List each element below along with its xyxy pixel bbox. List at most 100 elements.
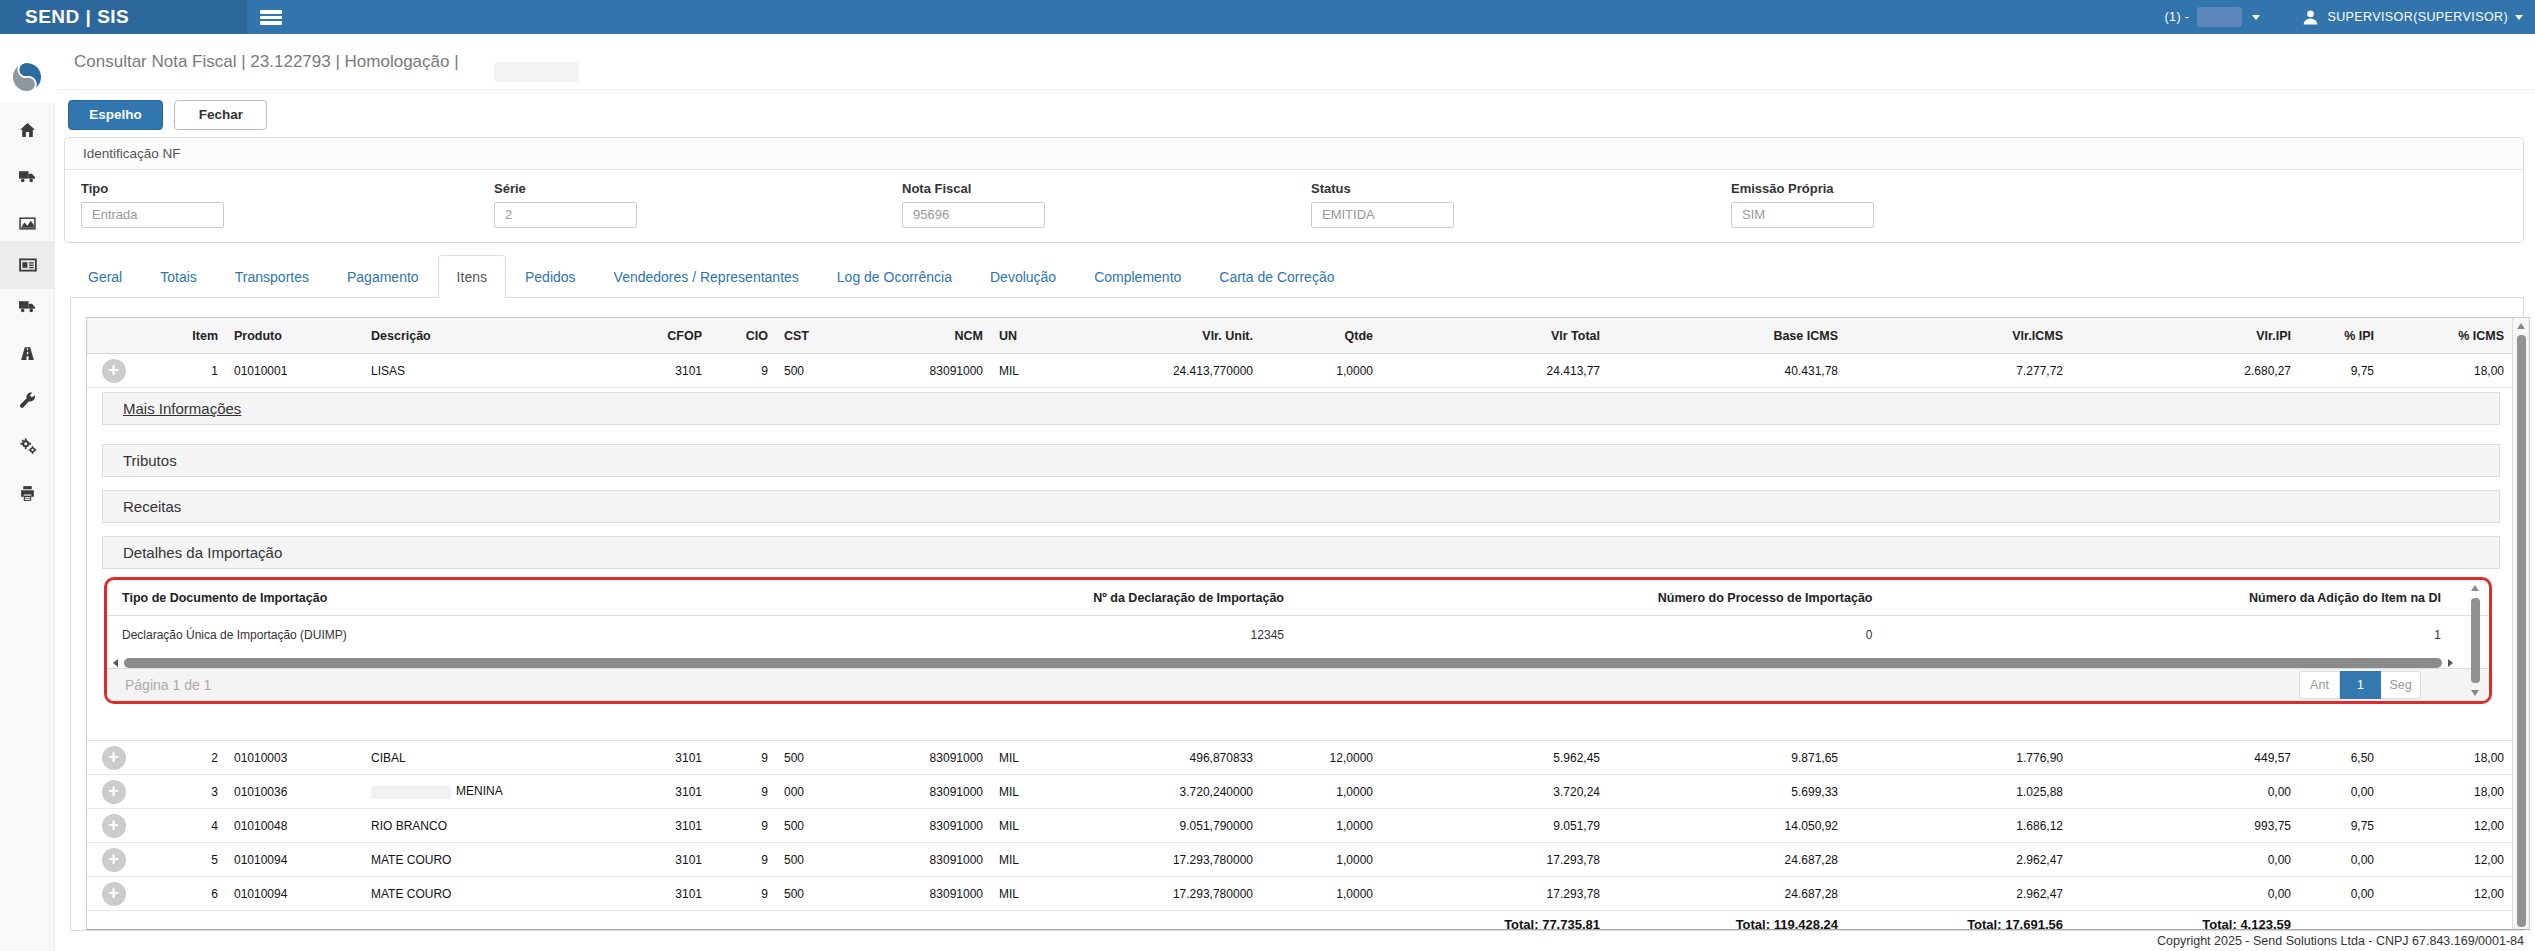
col-header-CFOP[interactable]: CFOP (640, 318, 710, 354)
expand-row-button[interactable]: + (102, 780, 126, 804)
notification-label[interactable]: (1) - (2164, 10, 2189, 24)
scroll-up-icon[interactable] (2517, 323, 2525, 329)
cell: 83091000 (838, 354, 991, 388)
expand-row-button[interactable]: + (102, 882, 126, 906)
item-row: +501010094MATE COURO3101950083091000MIL1… (87, 843, 2512, 877)
tab-carta-de-corre-o[interactable]: Carta de Correção (1200, 255, 1353, 299)
field-input[interactable]: EMITIDA (1311, 202, 1454, 228)
tab-totais[interactable]: Totais (141, 255, 216, 299)
company-logo[interactable] (10, 60, 44, 98)
user-menu[interactable]: SUPERVISOR(SUPERVISOR) (2302, 9, 2523, 26)
expand-row-button[interactable]: + (102, 848, 126, 872)
tab-itens[interactable]: Itens (438, 255, 506, 299)
expand-row-button[interactable]: + (102, 746, 126, 770)
cell: 01010003 (226, 741, 363, 775)
col-header-Vlr. Unit.[interactable]: Vlr. Unit. (1035, 318, 1261, 354)
cell: 0,00 (2299, 843, 2382, 877)
truck-icon[interactable] (0, 153, 55, 199)
tab-log-de-ocorr-ncia[interactable]: Log de Ocorrência (818, 255, 971, 299)
scrollbar-thumb[interactable] (2517, 335, 2526, 927)
printer-icon[interactable] (0, 470, 55, 516)
home-icon[interactable] (0, 107, 55, 153)
field-input[interactable]: 95696 (902, 202, 1045, 228)
tab-pedidos[interactable]: Pedidos (506, 255, 595, 299)
tab-devolu-o[interactable]: Devolução (971, 255, 1075, 299)
section-mais-informacoes[interactable]: Mais Informações (102, 392, 2500, 425)
cell: 0,00 (2299, 775, 2382, 809)
col-header-expand[interactable] (87, 318, 140, 354)
item-row: +401010048RIO BRANCO3101950083091000MIL9… (87, 809, 2512, 843)
identificacao-nf-title: Identificação NF (65, 138, 2523, 170)
cell: 3101 (640, 809, 710, 843)
nf-tabs: GeralTotaisTransportesPagamentoItensPedi… (69, 255, 1353, 299)
tab-pagamento[interactable]: Pagamento (328, 255, 438, 299)
scroll-right-icon[interactable] (2448, 659, 2453, 667)
cell: 9 (710, 843, 776, 877)
col-header-Descrição[interactable]: Descrição (363, 318, 640, 354)
pager-page-1-button[interactable]: 1 (2340, 671, 2381, 699)
expand-row-button[interactable]: + (102, 814, 126, 838)
col-header-Base ICMS[interactable]: Base ICMS (1608, 318, 1846, 354)
truck-alt-icon[interactable] (0, 283, 55, 329)
field-status: StatusEMITIDA (1311, 181, 1711, 228)
menu-toggle-icon[interactable] (260, 0, 300, 34)
field-input[interactable]: SIM (1731, 202, 1874, 228)
tab-transportes[interactable]: Transportes (216, 255, 328, 299)
section-detalhes-importacao[interactable]: Detalhes da Importação (102, 536, 2500, 569)
cell: 12,00 (2382, 809, 2512, 843)
total-spacer (87, 911, 1381, 931)
col-header-CIO[interactable]: CIO (710, 318, 776, 354)
invoice-icon[interactable] (0, 241, 55, 289)
field-input[interactable]: 2 (494, 202, 637, 228)
cell: 500 (776, 843, 838, 877)
pager-next-button[interactable]: Seg (2380, 671, 2421, 699)
scroll-left-icon[interactable] (113, 659, 118, 667)
expand-row-button[interactable]: + (102, 359, 126, 383)
scroll-down-icon[interactable] (2471, 690, 2479, 696)
cell: MIL (991, 877, 1035, 911)
user-icon (2302, 9, 2319, 26)
pager-prev-button[interactable]: Ant (2299, 671, 2340, 699)
col-header-CST[interactable]: CST (776, 318, 838, 354)
breadcrumb: Consultar Nota Fiscal | 23.122793 | Homo… (56, 34, 2535, 90)
col-header-Item[interactable]: Item (140, 318, 226, 354)
scrollbar-thumb[interactable] (2471, 598, 2480, 683)
field-input[interactable]: Entrada (81, 202, 224, 228)
importacao-vertical-scrollbar[interactable] (2468, 585, 2483, 696)
col-header-UN[interactable]: UN (991, 318, 1035, 354)
scrollbar-thumb[interactable] (124, 658, 2442, 668)
gears-icon[interactable] (0, 423, 55, 469)
chevron-down-icon (2515, 15, 2523, 20)
chevron-down-icon[interactable] (2252, 15, 2260, 20)
cell: 12,00 (2382, 877, 2512, 911)
col-header-Vlr.ICMS[interactable]: Vlr.ICMS (1846, 318, 2071, 354)
col-header-% IPI[interactable]: % IPI (2299, 318, 2382, 354)
cell: 83091000 (838, 775, 991, 809)
scroll-up-icon[interactable] (2471, 585, 2479, 591)
fechar-button[interactable]: Fechar (174, 100, 267, 130)
col-header-NCM[interactable]: NCM (838, 318, 991, 354)
cell: 01010001 (226, 354, 363, 388)
col-header-Produto[interactable]: Produto (226, 318, 363, 354)
cell: 3101 (640, 775, 710, 809)
tab-content-panel: ItemProdutoDescriçãoCFOPCIOCSTNCMUNVlr. … (70, 297, 2524, 931)
chart-icon[interactable] (0, 200, 55, 246)
col-header-Vlr Total[interactable]: Vlr Total (1381, 318, 1608, 354)
tab-vendedores-representantes[interactable]: Vendedores / Representantes (595, 255, 818, 299)
col-header-Qtde[interactable]: Qtde (1261, 318, 1381, 354)
section-receitas[interactable]: Receitas (102, 490, 2500, 523)
road-icon[interactable] (0, 330, 55, 376)
redacted-client-name (494, 62, 579, 82)
wrench-icon[interactable] (0, 377, 55, 423)
cell: 6 (140, 877, 226, 911)
cell: 2 (140, 741, 226, 775)
cell: 3101 (640, 354, 710, 388)
grid-vertical-scrollbar[interactable] (2512, 318, 2529, 929)
col-header-% ICMS[interactable]: % ICMS (2382, 318, 2512, 354)
tab-geral[interactable]: Geral (69, 255, 141, 299)
cell: 1,0000 (1261, 843, 1381, 877)
tab-complemento[interactable]: Complemento (1075, 255, 1200, 299)
espelho-button[interactable]: Espelho (68, 100, 163, 130)
section-tributos[interactable]: Tributos (102, 444, 2500, 477)
col-header-Vlr.IPI[interactable]: Vlr.IPI (2071, 318, 2299, 354)
